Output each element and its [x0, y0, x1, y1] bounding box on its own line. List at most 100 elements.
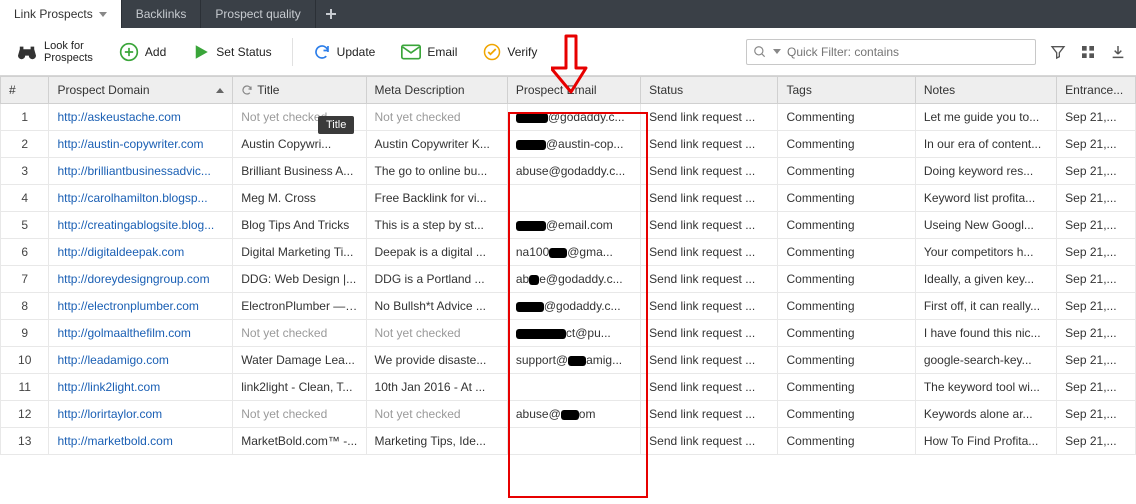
add-button[interactable]: Add: [113, 38, 172, 66]
table-row[interactable]: 12http://lorirtaylor.comNot yet checkedN…: [1, 401, 1136, 428]
binoculars-icon: [16, 43, 38, 61]
quick-filter-box[interactable]: [746, 39, 1036, 65]
domain-link[interactable]: http://digitaldeepak.com: [57, 245, 184, 259]
cell-domain: http://carolhamilton.blogsp...: [49, 185, 233, 212]
chevron-down-icon: [773, 49, 781, 54]
cell-email: @godaddy.c...: [507, 104, 640, 131]
domain-link[interactable]: http://austin-copywriter.com: [57, 137, 203, 151]
row-number: 7: [1, 266, 49, 293]
domain-link[interactable]: http://golmaalthefilm.com: [57, 326, 190, 340]
cell-domain: http://electronplumber.com: [49, 293, 233, 320]
col-entrance[interactable]: Entrance...: [1057, 77, 1136, 104]
cell-notes: Useing New Googl...: [915, 212, 1056, 239]
toolbar-separator: [292, 38, 293, 66]
domain-link[interactable]: http://brilliantbusinessadvic...: [57, 164, 210, 178]
cell-meta: We provide disaste...: [366, 347, 507, 374]
cell-notes: google-search-key...: [915, 347, 1056, 374]
tab-label: Link Prospects: [14, 7, 93, 21]
domain-link[interactable]: http://doreydesigngroup.com: [57, 272, 209, 286]
cell-title: ElectronPlumber — ...: [233, 293, 366, 320]
cell-meta: Austin Copywriter K...: [366, 131, 507, 158]
quick-filter-input[interactable]: [787, 45, 1029, 59]
col-meta-description[interactable]: Meta Description: [366, 77, 507, 104]
domain-link[interactable]: http://link2light.com: [57, 380, 160, 394]
table-row[interactable]: 11http://link2light.comlink2light - Clea…: [1, 374, 1136, 401]
table-row[interactable]: 1http://askeustache.comNot yet checkedNo…: [1, 104, 1136, 131]
update-button[interactable]: Update: [307, 39, 382, 65]
domain-link[interactable]: http://carolhamilton.blogsp...: [57, 191, 207, 205]
add-label: Add: [145, 45, 166, 59]
cell-notes: Keyword list profita...: [915, 185, 1056, 212]
domain-link[interactable]: http://askeustache.com: [57, 110, 180, 124]
cell-tags: Commenting: [778, 293, 915, 320]
col-notes[interactable]: Notes: [915, 77, 1056, 104]
plus-circle-icon: [119, 42, 139, 62]
look-for-prospects-button[interactable]: Look for Prospects: [10, 36, 99, 68]
domain-link[interactable]: http://electronplumber.com: [57, 299, 198, 313]
cell-entrance: Sep 21,...: [1057, 158, 1136, 185]
domain-link[interactable]: http://marketbold.com: [57, 434, 172, 448]
tab-prospect-quality[interactable]: Prospect quality: [201, 0, 315, 28]
cell-entrance: Sep 21,...: [1057, 212, 1136, 239]
tab-label: Backlinks: [136, 7, 187, 21]
col-prospect-email[interactable]: Prospect Email: [507, 77, 640, 104]
tab-backlinks[interactable]: Backlinks: [122, 0, 202, 28]
table-row[interactable]: 10http://leadamigo.comWater Damage Lea..…: [1, 347, 1136, 374]
plus-icon: [325, 8, 337, 20]
mail-icon: [401, 44, 421, 60]
email-button[interactable]: Email: [395, 40, 463, 64]
table-row[interactable]: 2http://austin-copywriter.comAustin Copy…: [1, 131, 1136, 158]
cell-meta: Not yet checked: [366, 320, 507, 347]
filter-funnel-button[interactable]: [1050, 44, 1066, 60]
grid-icon: [1080, 44, 1096, 60]
col-status[interactable]: Status: [641, 77, 778, 104]
cell-status: Send link request ...: [641, 104, 778, 131]
table-row[interactable]: 3http://brilliantbusinessadvic...Brillia…: [1, 158, 1136, 185]
domain-link[interactable]: http://creatingablogsite.blog...: [57, 218, 214, 232]
verify-button[interactable]: Verify: [477, 39, 543, 65]
col-num[interactable]: #: [1, 77, 49, 104]
cell-status: Send link request ...: [641, 293, 778, 320]
download-button[interactable]: [1110, 44, 1126, 60]
cell-entrance: Sep 21,...: [1057, 239, 1136, 266]
cell-entrance: Sep 21,...: [1057, 374, 1136, 401]
table-row[interactable]: 5http://creatingablogsite.blog...Blog Ti…: [1, 212, 1136, 239]
workspace-button[interactable]: [1080, 44, 1096, 60]
tab-add-button[interactable]: [316, 0, 346, 28]
col-tags[interactable]: Tags: [778, 77, 915, 104]
tab-link-prospects[interactable]: Link Prospects: [0, 0, 122, 28]
cell-status: Send link request ...: [641, 185, 778, 212]
cell-title: link2light - Clean, T...: [233, 374, 366, 401]
table-row[interactable]: 7http://doreydesigngroup.comDDG: Web Des…: [1, 266, 1136, 293]
grid-wrapper: # Prospect Domain Title Meta Description…: [0, 76, 1136, 455]
domain-link[interactable]: http://leadamigo.com: [57, 353, 168, 367]
cell-meta: Deepak is a digital ...: [366, 239, 507, 266]
cell-domain: http://doreydesigngroup.com: [49, 266, 233, 293]
cell-domain: http://leadamigo.com: [49, 347, 233, 374]
cell-notes: The keyword tool wi...: [915, 374, 1056, 401]
tab-bar: Link Prospects Backlinks Prospect qualit…: [0, 0, 1136, 28]
refresh-icon: [313, 43, 331, 61]
cell-status: Send link request ...: [641, 266, 778, 293]
col-prospect-domain[interactable]: Prospect Domain: [49, 77, 233, 104]
table-row[interactable]: 9http://golmaalthefilm.comNot yet checke…: [1, 320, 1136, 347]
cell-title: Brilliant Business A...: [233, 158, 366, 185]
cell-email: @godaddy.c...: [507, 293, 640, 320]
prospects-table: # Prospect Domain Title Meta Description…: [0, 76, 1136, 455]
table-row[interactable]: 6http://digitaldeepak.comDigital Marketi…: [1, 239, 1136, 266]
col-title[interactable]: Title: [233, 77, 366, 104]
cell-meta: DDG is a Portland ...: [366, 266, 507, 293]
cell-notes: Your competitors h...: [915, 239, 1056, 266]
tab-label: Prospect quality: [215, 7, 300, 21]
domain-link[interactable]: http://lorirtaylor.com: [57, 407, 162, 421]
cell-meta: This is a step by st...: [366, 212, 507, 239]
update-label: Update: [337, 45, 376, 59]
table-row[interactable]: 4http://carolhamilton.blogsp...Meg M. Cr…: [1, 185, 1136, 212]
table-row[interactable]: 8http://electronplumber.comElectronPlumb…: [1, 293, 1136, 320]
cell-notes: I have found this nic...: [915, 320, 1056, 347]
cell-tags: Commenting: [778, 239, 915, 266]
table-row[interactable]: 13http://marketbold.comMarketBold.com™ -…: [1, 428, 1136, 455]
email-label: Email: [427, 45, 457, 59]
set-status-button[interactable]: Set Status: [186, 39, 277, 65]
row-number: 5: [1, 212, 49, 239]
